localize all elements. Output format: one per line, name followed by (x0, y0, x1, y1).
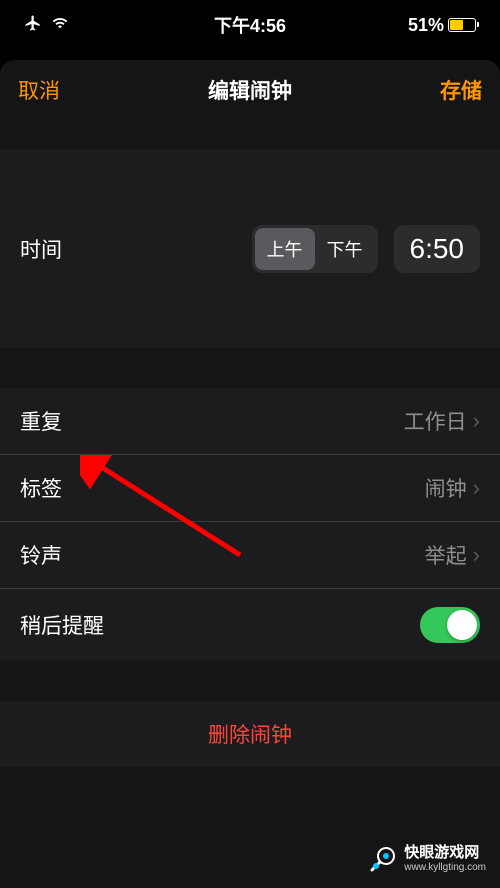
pm-option[interactable]: 下午 (315, 228, 375, 270)
tag-value: 闹钟 (425, 473, 467, 503)
watermark: 快眼游戏网 www.kyllgting.com (368, 844, 486, 874)
sound-label: 铃声 (20, 540, 62, 570)
wifi-icon (50, 15, 70, 36)
chevron-right-icon: › (473, 542, 480, 568)
watermark-title: 快眼游戏网 (404, 845, 486, 862)
repeat-value: 工作日 (404, 406, 467, 436)
repeat-row[interactable]: 重复 工作日 › (0, 388, 500, 455)
repeat-label: 重复 (20, 406, 62, 436)
ampm-segment[interactable]: 上午 下午 (252, 225, 378, 273)
status-time: 下午4:56 (214, 12, 286, 38)
modal-header: 取消 编辑闹钟 存储 (0, 60, 500, 120)
sound-value: 举起 (425, 540, 467, 570)
time-picker[interactable]: 6:50 (394, 225, 481, 273)
am-option[interactable]: 上午 (255, 228, 315, 270)
time-label: 时间 (20, 234, 62, 264)
time-section: 时间 上午 下午 6:50 (0, 150, 500, 348)
status-bar: 下午4:56 51% (0, 0, 500, 50)
watermark-logo-icon (368, 844, 398, 874)
snooze-row: 稍后提醒 (0, 589, 500, 661)
airplane-mode-icon (24, 14, 42, 37)
cancel-button[interactable]: 取消 (18, 75, 60, 105)
edit-alarm-modal: 取消 编辑闹钟 存储 时间 上午 下午 6:50 重复 工作日 › 标签 闹钟 … (0, 60, 500, 888)
snooze-label: 稍后提醒 (20, 610, 104, 640)
sound-row[interactable]: 铃声 举起 › (0, 522, 500, 589)
delete-section[interactable]: 删除闹钟 (0, 701, 500, 767)
save-button[interactable]: 存储 (440, 75, 482, 105)
watermark-url: www.kyllgting.com (404, 862, 486, 873)
modal-title: 编辑闹钟 (208, 75, 292, 105)
chevron-right-icon: › (473, 408, 480, 434)
snooze-toggle[interactable] (420, 607, 480, 643)
tag-row[interactable]: 标签 闹钟 › (0, 455, 500, 522)
chevron-right-icon: › (473, 475, 480, 501)
tag-label: 标签 (20, 473, 62, 503)
battery-percent: 51% (408, 15, 444, 36)
battery-icon (448, 18, 476, 32)
delete-alarm-button[interactable]: 删除闹钟 (208, 724, 292, 747)
settings-section: 重复 工作日 › 标签 闹钟 › 铃声 举起 › 稍后提醒 (0, 388, 500, 661)
